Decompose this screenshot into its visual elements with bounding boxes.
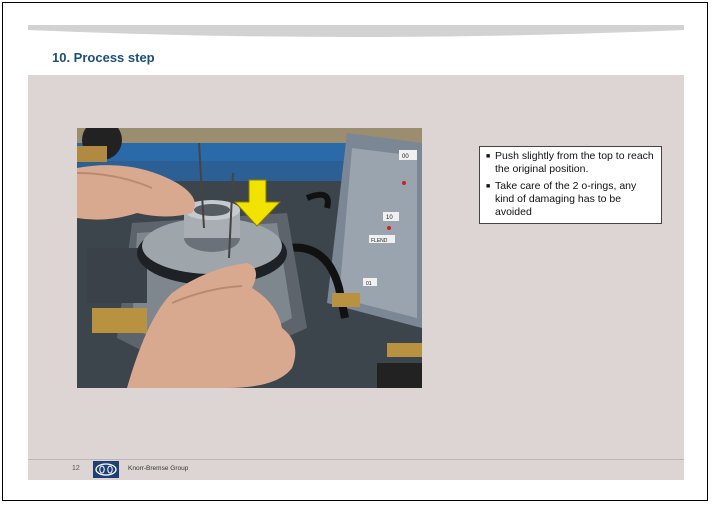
- instruction-item: ■ Take care of the 2 o-rings, any kind o…: [486, 180, 656, 219]
- instruction-text: Push slightly from the top to reach the …: [495, 150, 654, 175]
- footer-bar: [28, 459, 684, 480]
- bullet-icon: ■: [486, 183, 491, 190]
- page-number: 12: [72, 465, 80, 472]
- bullet-icon: ■: [486, 153, 491, 160]
- instruction-box: ■ Push slightly from the top to reach th…: [479, 146, 662, 224]
- photo-label-3: 01: [366, 281, 372, 287]
- process-photo: 00 10 FLEND 01: [77, 128, 422, 388]
- instruction-text: Take care of the 2 o-rings, any kind of …: [495, 180, 637, 218]
- company-name: Knorr-Bremse Group: [128, 465, 189, 472]
- company-logo-icon: [93, 461, 119, 478]
- header-swoosh: [28, 25, 684, 37]
- photo-label-2: FLEND: [371, 238, 388, 244]
- process-photo-illustration: 00 10 FLEND 01: [77, 128, 422, 388]
- instruction-item: ■ Push slightly from the top to reach th…: [486, 150, 656, 176]
- slide-title: 10. Process step: [52, 50, 155, 65]
- photo-label-1: 10: [386, 215, 393, 221]
- photo-label-0: 00: [402, 154, 409, 160]
